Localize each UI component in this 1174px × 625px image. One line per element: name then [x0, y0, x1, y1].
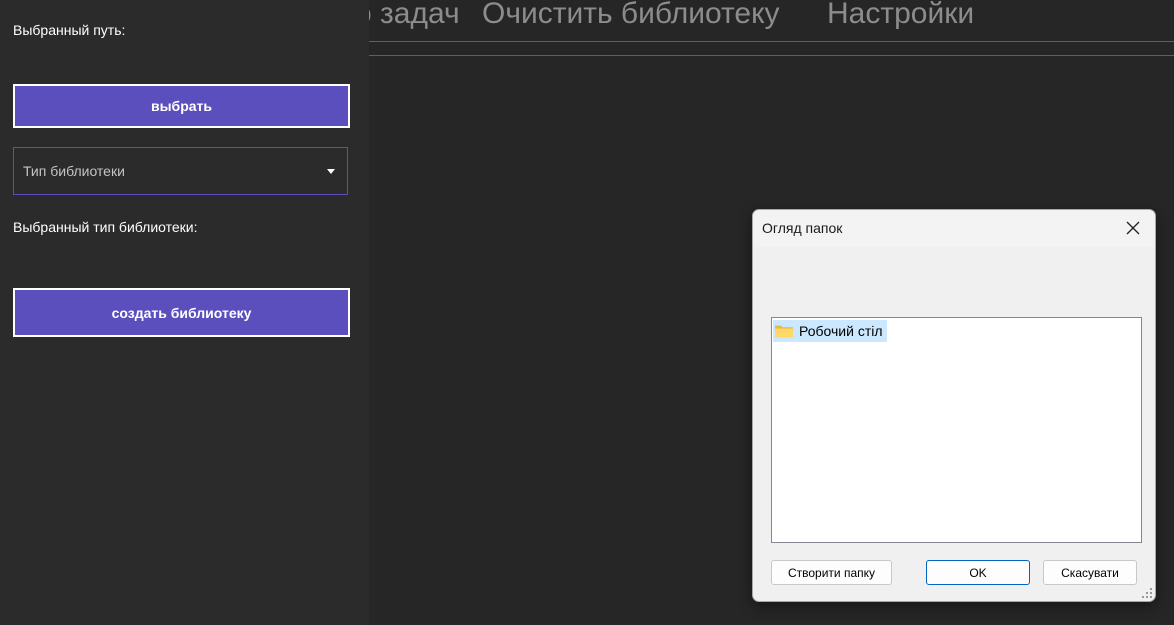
select-path-button[interactable]: выбрать	[13, 84, 350, 128]
menu-divider-bottom	[369, 55, 1174, 56]
new-folder-button[interactable]: Створити папку	[771, 560, 892, 585]
folder-tree-view[interactable]: Робочий стіл	[771, 317, 1142, 543]
folder-icon	[775, 325, 793, 338]
cancel-button[interactable]: Скасувати	[1043, 560, 1137, 585]
selected-library-type-label: Выбранный тип библиотеки:	[13, 219, 198, 235]
tree-item-label: Робочий стіл	[799, 323, 883, 339]
resize-grip-icon[interactable]	[1141, 587, 1153, 599]
app-window: Выбранный путь: выбрать Тип библиотеки В…	[0, 0, 1174, 625]
top-menu: о задач Очистить библиотеку Настройки	[369, 0, 1174, 40]
dialog-close-button[interactable]	[1111, 210, 1155, 246]
dropdown-arrow-icon	[327, 169, 335, 174]
left-panel: Выбранный путь: выбрать Тип библиотеки В…	[0, 0, 369, 625]
ok-button[interactable]: OK	[926, 560, 1030, 585]
selected-path-label: Выбранный путь:	[13, 22, 126, 38]
dialog-title: Огляд папок	[762, 220, 843, 236]
menu-item-settings[interactable]: Настройки	[827, 0, 974, 31]
menu-item-tasks[interactable]: о задач	[369, 0, 460, 31]
tree-item-desktop[interactable]: Робочий стіл	[773, 320, 887, 342]
close-icon	[1126, 221, 1140, 235]
menu-item-clear-library[interactable]: Очистить библиотеку	[482, 0, 780, 31]
library-type-placeholder: Тип библиотеки	[23, 163, 125, 179]
menu-divider-top	[369, 41, 1174, 42]
dialog-titlebar: Огляд папок	[753, 210, 1155, 247]
library-type-select[interactable]: Тип библиотеки	[13, 147, 348, 195]
create-library-button[interactable]: создать библиотеку	[13, 288, 350, 337]
browse-folder-dialog: Огляд папок Робочий стіл Створити папку …	[752, 209, 1156, 602]
